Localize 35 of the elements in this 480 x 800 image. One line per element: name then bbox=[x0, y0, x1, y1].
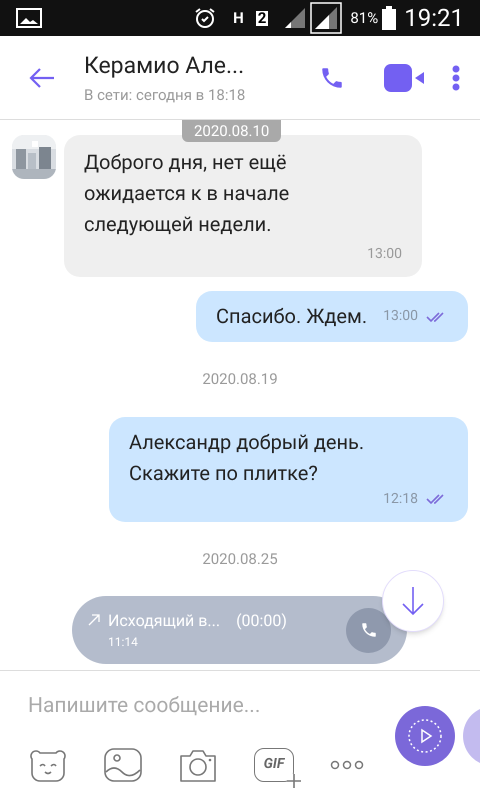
more-options-icon bbox=[452, 64, 460, 90]
sim-number: 2 bbox=[256, 10, 268, 26]
signal-icon bbox=[284, 7, 306, 29]
play-circle-icon bbox=[407, 718, 443, 754]
signal-icon bbox=[310, 2, 342, 34]
call-duration: (00:00) bbox=[236, 610, 287, 632]
more-dots-icon[interactable] bbox=[330, 760, 364, 770]
contact-name[interactable]: Керамио Але... bbox=[84, 49, 274, 84]
video-camera-icon bbox=[384, 64, 424, 92]
gallery-icon[interactable] bbox=[104, 748, 142, 782]
message-text: Доброго дня, нет ещё ожидается к в начале следующей недели. bbox=[84, 149, 290, 238]
message-input[interactable]: Напишите сообщение... bbox=[28, 691, 368, 722]
battery-icon bbox=[382, 6, 396, 30]
date-separator: 2020.08.25 bbox=[202, 548, 278, 570]
down-arrow-icon bbox=[401, 586, 425, 616]
message-time: 13:00 bbox=[367, 245, 402, 264]
call-button[interactable] bbox=[346, 608, 391, 652]
message-time: 13:00 bbox=[383, 307, 418, 326]
phone-icon bbox=[360, 621, 378, 639]
message-text: Александр добрый день. Скажите по плитке? bbox=[129, 428, 366, 486]
call-label: Исходящий в... bbox=[108, 610, 220, 632]
scroll-down-button[interactable] bbox=[382, 570, 444, 632]
alarm-icon bbox=[193, 6, 218, 30]
back-arrow-icon bbox=[29, 66, 55, 88]
contact-status: В сети: сегодня в 18:18 bbox=[84, 84, 246, 106]
battery-percent: 81% bbox=[350, 8, 378, 29]
sticky-date-label: 2020.08.10 bbox=[182, 120, 282, 142]
picture-notification-icon bbox=[16, 8, 42, 28]
date-separator: 2020.08.19 bbox=[202, 369, 278, 390]
clock: 19:21 bbox=[404, 3, 464, 34]
network-type: H bbox=[233, 10, 244, 26]
message-time: 11:14 bbox=[108, 634, 139, 651]
message-time: 12:18 bbox=[383, 490, 418, 508]
outgoing-arrow-icon bbox=[88, 614, 100, 626]
message-text: Спасибо. Ждем. bbox=[216, 303, 368, 330]
